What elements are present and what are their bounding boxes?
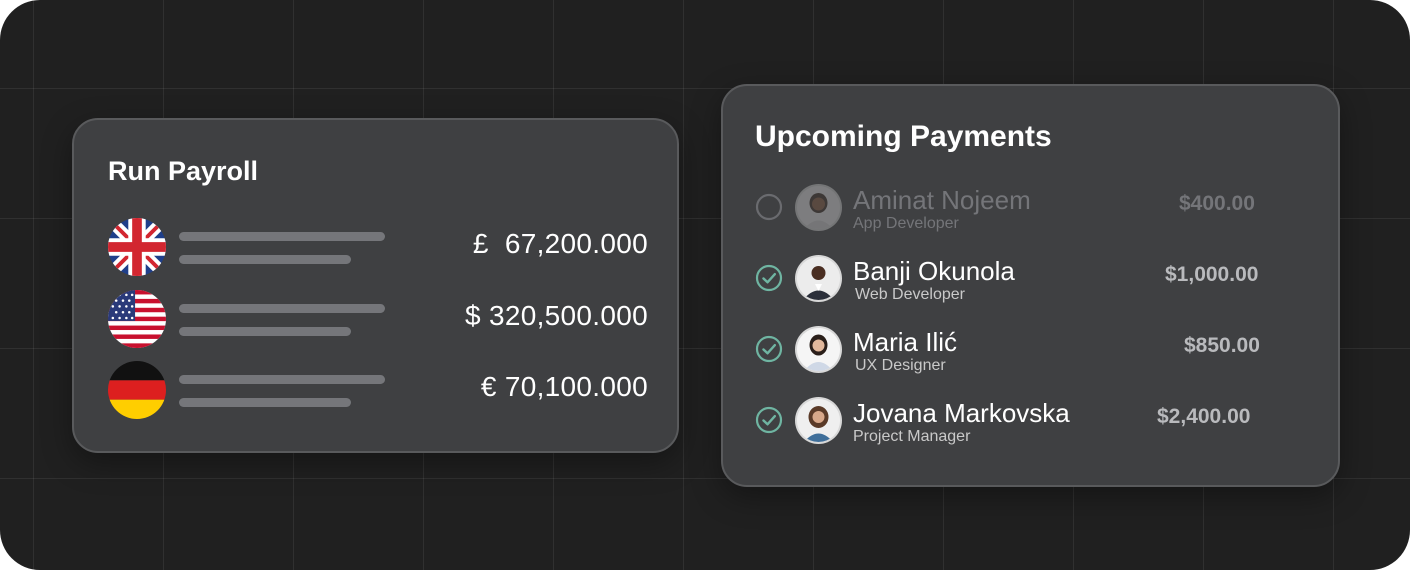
upcoming-payments-title: Upcoming Payments: [755, 120, 1052, 153]
payment-amount: $850.00: [1184, 334, 1260, 357]
payroll-amount-usd: $ 320,500.000: [465, 300, 648, 331]
placeholder-line: [179, 255, 351, 264]
avatar: [797, 257, 840, 300]
person-role: UX Designer: [855, 357, 946, 374]
person-role: App Developer: [853, 215, 959, 232]
payroll-row-us[interactable]: $ 320,500.000: [108, 290, 648, 348]
canvas-background: Run Payroll £ 67,200.000 $ 320,500.000 €…: [0, 0, 1410, 570]
payroll-amount-gbp: £ 67,200.000: [472, 228, 648, 259]
run-payroll-card: Run Payroll £ 67,200.000 $ 320,500.000 €…: [72, 118, 679, 453]
check-circle-icon[interactable]: [755, 406, 783, 434]
payment-amount: $400.00: [1179, 192, 1255, 215]
person-role: Project Manager: [853, 428, 971, 445]
placeholder-line: [179, 304, 385, 313]
person-name: Jovana Markovska: [853, 398, 1070, 428]
uk-flag-icon: [108, 218, 166, 276]
payment-amount: $1,000.00: [1165, 263, 1259, 286]
payment-row[interactable]: Maria Ilić UX Designer $850.00: [755, 321, 1275, 379]
person-role: Web Developer: [855, 286, 965, 303]
placeholder-line: [179, 375, 385, 384]
payroll-row-uk[interactable]: £ 67,200.000: [108, 218, 648, 276]
payroll-row-germany[interactable]: € 70,100.000: [108, 361, 648, 419]
placeholder-line: [179, 232, 385, 241]
placeholder-line: [179, 327, 351, 336]
avatar: [797, 328, 840, 371]
run-payroll-title: Run Payroll: [108, 156, 259, 186]
payment-row[interactable]: Aminat Nojeem App Developer $400.00: [755, 179, 1275, 237]
payroll-amount-eur: € 70,100.000: [480, 371, 648, 402]
upcoming-payments-card: Upcoming Payments Aminat Nojeem App Deve…: [721, 84, 1340, 487]
person-name: Aminat Nojeem: [853, 185, 1031, 215]
check-circle-icon[interactable]: [755, 335, 783, 363]
placeholder-line: [179, 398, 351, 407]
payment-row[interactable]: Jovana Markovska Project Manager $2,400.…: [755, 392, 1275, 450]
check-circle-icon[interactable]: [755, 264, 783, 292]
person-name: Banji Okunola: [853, 256, 1015, 286]
germany-flag-icon: [108, 361, 166, 419]
payment-row[interactable]: Banji Okunola Web Developer $1,000.00: [755, 250, 1275, 308]
empty-circle-icon[interactable]: [755, 193, 783, 221]
avatar: [797, 186, 840, 229]
avatar: [797, 399, 840, 442]
person-name: Maria Ilić: [853, 327, 958, 357]
payment-amount: $2,400.00: [1157, 405, 1251, 428]
us-flag-icon: [108, 290, 166, 348]
